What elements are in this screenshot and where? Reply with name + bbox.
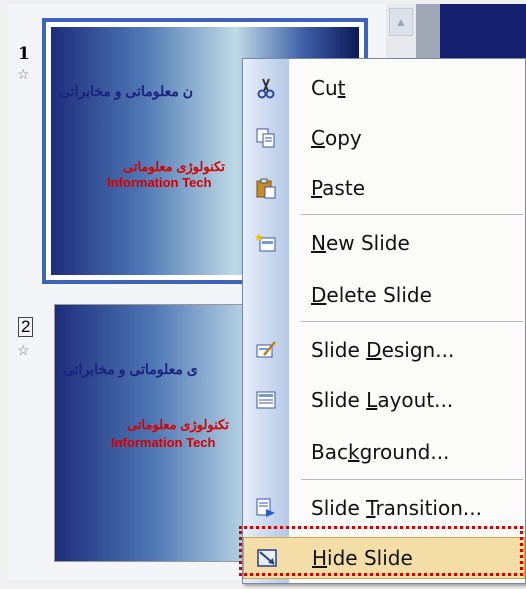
menu-item-paste-label: Paste — [311, 176, 365, 200]
menu-separator — [301, 479, 523, 480]
slide-layout-icon — [255, 389, 277, 411]
slide-2-subtitle-english: Information Tech — [111, 435, 216, 450]
menu-item-delete-slide-label: Delete Slide — [311, 283, 432, 307]
slide-2-title-text: ی معلوماتی و مخابراتی — [63, 361, 198, 377]
slide-1-title-text: ن معلوماتی و مخابراتی — [59, 83, 194, 99]
menu-item-hide-slide-label: Hide Slide — [312, 546, 413, 570]
menu-separator — [301, 321, 523, 322]
slide-design-icon — [255, 339, 277, 361]
menu-item-background[interactable]: Background... — [243, 431, 525, 473]
slide-1-animation-star-icon: ☆ — [17, 66, 30, 82]
context-menu: Cut Copy Paste New Slide Delete Slide Sl… — [242, 58, 526, 584]
slide-2-animation-star-icon: ☆ — [17, 342, 30, 358]
slide-1-subtitle-persian: تکنولوژی معلوماتی — [123, 159, 225, 174]
slide-transition-icon — [255, 497, 277, 519]
menu-item-cut-label: Cut — [311, 76, 346, 100]
menu-item-slide-layout[interactable]: Slide Layout... — [243, 379, 525, 421]
menu-separator — [301, 214, 523, 215]
slide-2-number: 2 — [18, 317, 34, 337]
menu-item-background-label: Background... — [311, 440, 450, 464]
scissors-icon — [255, 77, 277, 99]
menu-item-copy-label: Copy — [311, 126, 362, 150]
slide-1-number: 1 — [18, 44, 30, 64]
menu-item-new-slide-label: New Slide — [311, 231, 410, 255]
paste-icon — [255, 177, 277, 199]
menu-item-hide-slide[interactable]: Hide Slide — [243, 537, 525, 579]
menu-item-slide-transition[interactable]: Slide Transition... — [243, 487, 525, 529]
hide-slide-icon — [256, 547, 278, 569]
menu-item-copy[interactable]: Copy — [243, 117, 525, 159]
menu-item-slide-transition-label: Slide Transition... — [311, 496, 482, 520]
copy-icon — [255, 127, 277, 149]
menu-item-delete-slide[interactable]: Delete Slide — [243, 274, 525, 316]
menu-item-cut[interactable]: Cut — [243, 67, 525, 109]
menu-item-slide-design-label: Slide Design... — [311, 338, 455, 362]
slide-2-subtitle-persian: تکنولوژی معلوماتی — [127, 417, 229, 432]
menu-item-new-slide[interactable]: New Slide — [243, 222, 525, 264]
menu-item-slide-design[interactable]: Slide Design... — [243, 329, 525, 371]
scroll-up-arrow-icon[interactable]: ▲ — [389, 8, 413, 36]
menu-item-slide-layout-label: Slide Layout... — [311, 388, 454, 412]
new-slide-icon — [255, 232, 277, 254]
slide-1-subtitle-english: Information Tech — [107, 175, 212, 190]
menu-item-paste[interactable]: Paste — [243, 167, 525, 209]
